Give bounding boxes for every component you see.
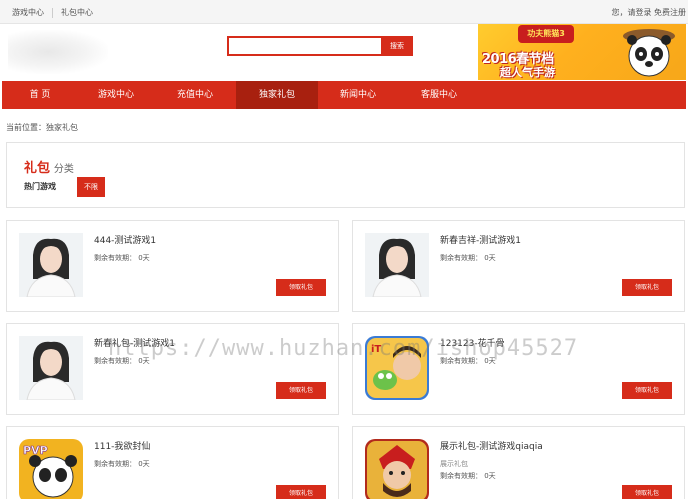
search-button[interactable]: 搜索 — [381, 36, 413, 56]
gift-name[interactable]: 111-我欲封仙 — [94, 439, 150, 452]
banner-badge: 功夫熊猫3 — [518, 25, 574, 43]
banner-line2: 超人气手游 — [500, 66, 555, 79]
gift-card: PVP 111-我欲封仙 剩余有效期： 0天 领取礼包 — [6, 426, 339, 499]
gift-subtitle: 展示礼包 — [440, 460, 468, 468]
filter-all-tag[interactable]: 不限 — [77, 177, 105, 197]
hot-games-label: 热门游戏 — [24, 182, 56, 191]
gift-validity: 剩余有效期： 0天 — [440, 357, 496, 365]
top-bar: 游戏中心 礼包中心 您，请登录 免费注册 — [0, 0, 688, 24]
gift-validity: 剩余有效期： 0天 — [440, 254, 496, 262]
gift-name[interactable]: 新春吉祥-测试游戏1 — [440, 233, 521, 246]
gift-validity: 剩余有效期： 0天 — [440, 472, 496, 480]
banner-badge-text: 功夫熊猫3 — [527, 29, 565, 38]
search-input[interactable] — [227, 36, 381, 56]
category-title: 礼包 分类 — [24, 157, 74, 176]
nav-news-center[interactable]: 新闻中心 — [318, 81, 398, 109]
nav-game-center[interactable]: 游戏中心 — [78, 81, 154, 109]
search-box: 搜索 — [227, 36, 413, 56]
gift-name[interactable]: 123123-花千骨 — [440, 336, 505, 349]
pvp-panda-game-icon[interactable]: PVP — [19, 439, 83, 499]
gift-card: 新春礼包-测试游戏1 剩余有效期： 0天 领取礼包 — [6, 323, 339, 415]
gift-name[interactable]: 444-测试游戏1 — [94, 233, 156, 246]
category-title-strong: 礼包 — [24, 161, 51, 176]
gift-validity: 剩余有效期： 0天 — [94, 254, 150, 262]
woman-portrait-icon[interactable] — [365, 233, 429, 297]
claim-gift-button[interactable]: 领取礼包 — [622, 485, 672, 499]
nav-exclusive-gifts[interactable]: 独家礼包 — [236, 81, 318, 109]
gift-validity: 剩余有效期： 0天 — [94, 460, 150, 468]
top-link-game-center[interactable]: 游戏中心 — [12, 7, 44, 18]
woman-portrait-icon[interactable] — [19, 233, 83, 297]
gift-name[interactable]: 新春礼包-测试游戏1 — [94, 336, 175, 349]
login-register-link[interactable]: 您，请登录 免费注册 — [611, 7, 686, 18]
category-panel: 礼包 分类 热门游戏 不限 — [6, 142, 685, 208]
claim-gift-button[interactable]: 领取礼包 — [622, 279, 672, 296]
gift-name[interactable]: 展示礼包-测试游戏qiaqia — [440, 439, 543, 452]
site-logo[interactable] — [8, 30, 108, 74]
panda-icon — [623, 29, 675, 77]
warrior-game-icon[interactable] — [365, 439, 429, 499]
game-character-icon[interactable]: iT — [365, 336, 429, 400]
claim-gift-button[interactable]: 领取礼包 — [276, 485, 326, 499]
gift-card: 444-测试游戏1 剩余有效期： 0天 领取礼包 — [6, 220, 339, 312]
divider — [52, 7, 53, 18]
gift-card: iT 123123-花千骨 剩余有效期： 0天 领取礼包 — [352, 323, 685, 415]
claim-gift-button[interactable]: 领取礼包 — [276, 382, 326, 399]
nav-recharge-center[interactable]: 充值中心 — [154, 81, 236, 109]
category-title-rest: 分类 — [53, 164, 74, 175]
svg-text:iT: iT — [371, 344, 381, 355]
header: 搜索 功夫熊猫3 2016春节档 超人气手游 — [0, 24, 688, 81]
svg-text:PVP: PVP — [23, 444, 48, 457]
top-links: 游戏中心 礼包中心 — [12, 7, 93, 18]
nav-service-center[interactable]: 客服中心 — [398, 81, 480, 109]
breadcrumb: 当前位置：独家礼包 — [6, 123, 78, 132]
promo-banner[interactable]: 功夫熊猫3 2016春节档 超人气手游 — [478, 24, 686, 80]
woman-portrait-icon[interactable] — [19, 336, 83, 400]
nav-home[interactable]: 首 页 — [2, 81, 78, 109]
gift-card: 新春吉祥-测试游戏1 剩余有效期： 0天 领取礼包 — [352, 220, 685, 312]
claim-gift-button[interactable]: 领取礼包 — [276, 279, 326, 296]
top-link-gift-center[interactable]: 礼包中心 — [61, 7, 93, 18]
claim-gift-button[interactable]: 领取礼包 — [622, 382, 672, 399]
gift-card: 展示礼包-测试游戏qiaqia 展示礼包 剩余有效期： 0天 领取礼包 — [352, 426, 685, 499]
main-nav: 首 页 游戏中心 充值中心 独家礼包 新闻中心 客服中心 — [2, 81, 686, 109]
gift-validity: 剩余有效期： 0天 — [94, 357, 150, 365]
